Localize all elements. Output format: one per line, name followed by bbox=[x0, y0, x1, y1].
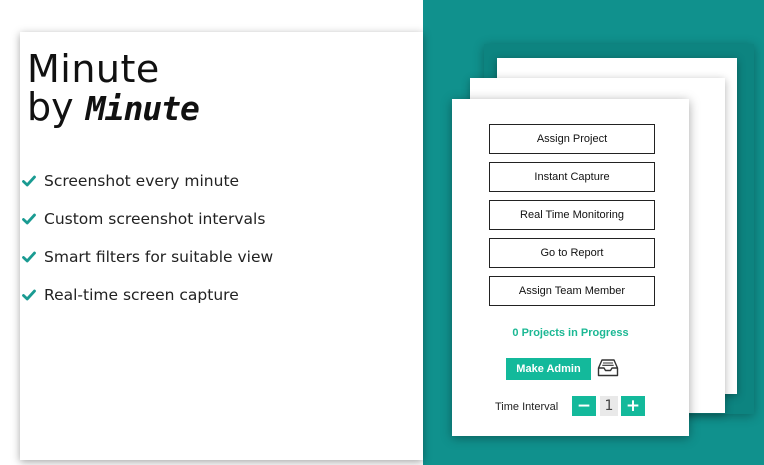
instant-capture-button[interactable]: Instant Capture bbox=[489, 162, 655, 192]
feature-label: Real-time screen capture bbox=[44, 286, 239, 304]
page-title: Minute by Minute bbox=[27, 47, 200, 129]
feature-item: Custom screenshot intervals bbox=[22, 200, 273, 238]
check-icon bbox=[22, 251, 36, 263]
projects-progress-link[interactable]: 0 Projects in Progress bbox=[452, 327, 689, 339]
go-to-report-button[interactable]: Go to Report bbox=[489, 238, 655, 268]
check-icon bbox=[22, 213, 36, 225]
title-line-2-prefix: by bbox=[27, 85, 86, 129]
check-icon bbox=[22, 289, 36, 301]
title-line-1: Minute bbox=[27, 47, 160, 91]
inbox-tray-icon[interactable] bbox=[597, 358, 619, 378]
decrement-button[interactable]: − bbox=[572, 396, 596, 416]
feature-label: Smart filters for suitable view bbox=[44, 248, 274, 266]
feature-item: Smart filters for suitable view bbox=[22, 238, 273, 276]
make-admin-button[interactable]: Make Admin bbox=[506, 358, 591, 380]
increment-button[interactable]: + bbox=[621, 396, 645, 416]
control-card: Assign Project Instant Capture Real Time… bbox=[452, 99, 689, 436]
check-icon bbox=[22, 175, 36, 187]
feature-item: Real-time screen capture bbox=[22, 276, 273, 314]
real-time-monitoring-button[interactable]: Real Time Monitoring bbox=[489, 200, 655, 230]
assign-project-button[interactable]: Assign Project bbox=[489, 124, 655, 154]
time-interval-label: Time Interval bbox=[495, 401, 559, 413]
assign-team-member-button[interactable]: Assign Team Member bbox=[489, 276, 655, 306]
feature-item: Screenshot every minute bbox=[22, 162, 273, 200]
title-line-2-emphasis: Minute bbox=[85, 89, 200, 128]
feature-label: Custom screenshot intervals bbox=[44, 210, 266, 228]
feature-list: Screenshot every minute Custom screensho… bbox=[22, 162, 273, 314]
interval-value[interactable]: 1 bbox=[600, 396, 618, 416]
feature-label: Screenshot every minute bbox=[44, 172, 240, 190]
